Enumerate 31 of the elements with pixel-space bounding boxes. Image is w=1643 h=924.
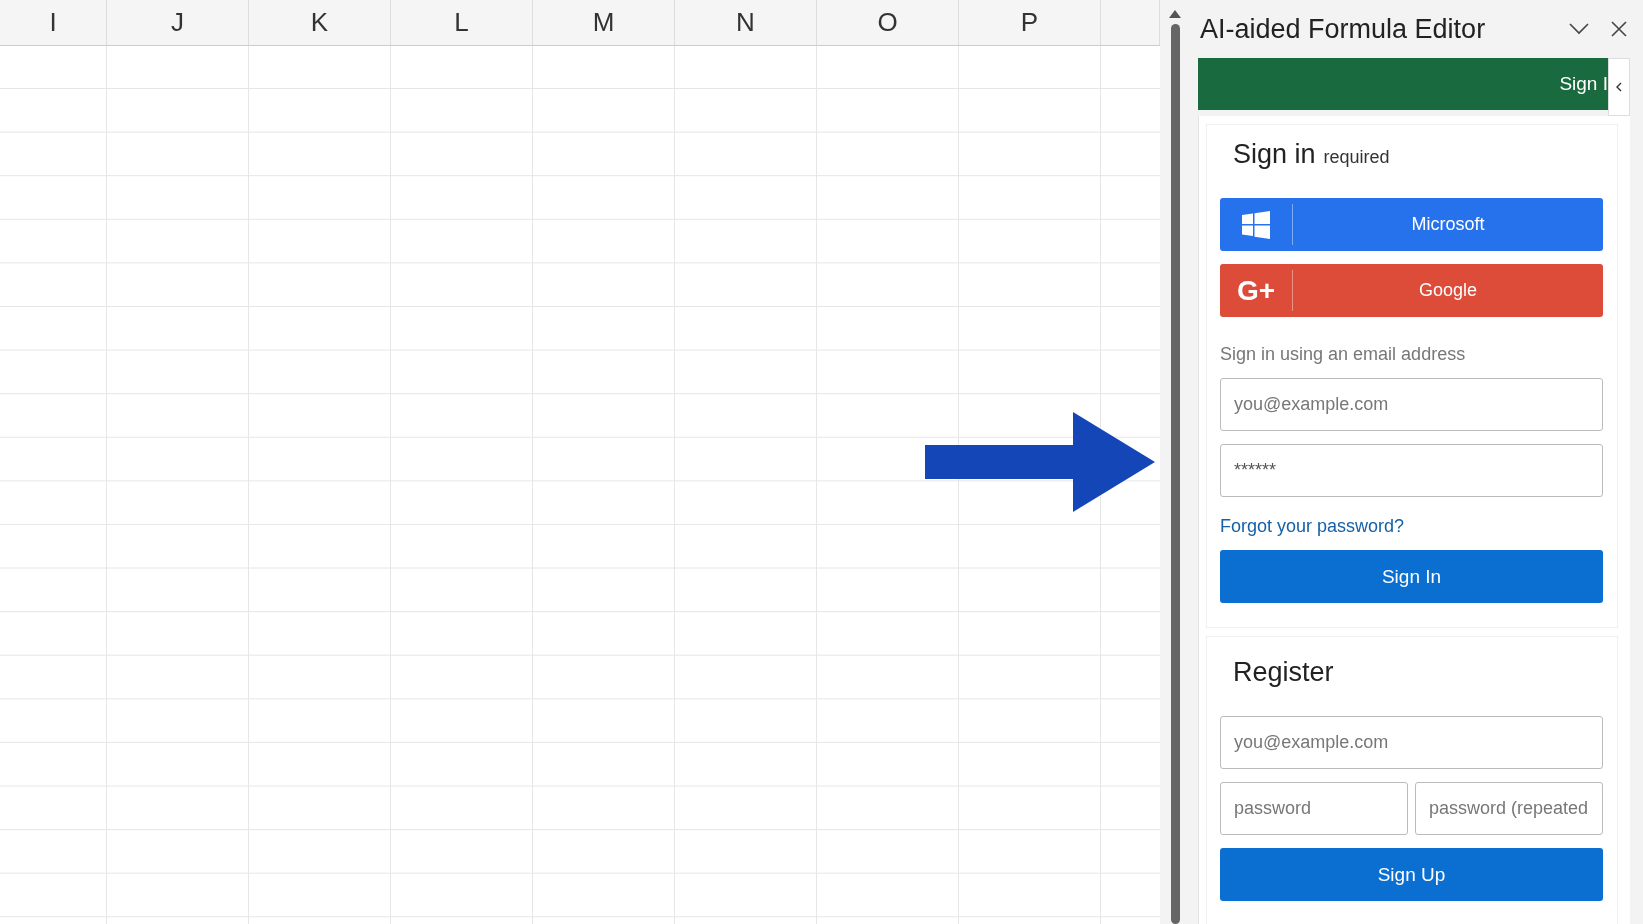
required-note: required <box>1323 147 1390 168</box>
google-sign-in-button[interactable]: G+ Google <box>1220 264 1603 317</box>
column-header[interactable]: O <box>817 0 959 45</box>
column-header[interactable]: J <box>107 0 249 45</box>
column-header[interactable]: I <box>0 0 107 45</box>
column-header[interactable]: M <box>533 0 675 45</box>
pane-title: AI-aided Formula Editor <box>1199 13 1487 45</box>
banner-text: Sign I <box>1559 73 1608 95</box>
column-header[interactable]: K <box>249 0 391 45</box>
sign-up-button[interactable]: Sign Up <box>1220 848 1603 901</box>
column-header[interactable]: P <box>959 0 1101 45</box>
repeat-password-field[interactable]: password (repeated <box>1415 782 1603 835</box>
close-icon[interactable] <box>1611 21 1627 37</box>
microsoft-sign-in-button[interactable]: Microsoft <box>1220 198 1603 251</box>
windows-logo-icon <box>1242 210 1270 239</box>
google-plus-icon: G+ <box>1236 274 1276 307</box>
scroll-up-icon[interactable] <box>1169 10 1181 18</box>
password-field[interactable]: password <box>1220 782 1408 835</box>
email-sign-in-label: Sign in using an email address <box>1220 344 1467 365</box>
register-heading: Register <box>1233 657 1334 688</box>
forgot-password-link[interactable]: Forgot your password? <box>1220 516 1405 537</box>
email-field[interactable]: you@example.com <box>1220 716 1603 769</box>
sign-in-heading: Sign in <box>1233 139 1316 170</box>
scrollbar-thumb[interactable] <box>1170 24 1180 924</box>
email-field[interactable]: you@example.com <box>1220 378 1603 431</box>
column-header[interactable]: N <box>675 0 817 45</box>
chevron-left-icon <box>1616 82 1622 92</box>
sign-in-button[interactable]: Sign In <box>1220 550 1603 603</box>
column-header[interactable]: L <box>391 0 533 45</box>
password-field[interactable]: ****** <box>1220 444 1603 497</box>
chevron-down-icon[interactable] <box>1569 23 1589 35</box>
